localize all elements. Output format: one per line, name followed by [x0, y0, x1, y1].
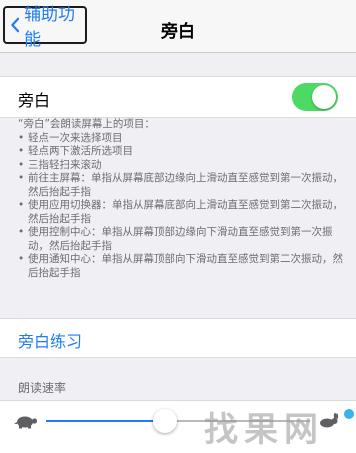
list-item: 使用应用切换器：单指从屏幕底部向上滑动直至感觉到第二次振动，然后抬起手指	[18, 199, 344, 226]
turtle-icon	[14, 416, 38, 429]
list-item: 使用通知中心：单指从屏幕顶部向下滑动直至感觉到第二次振动，然后抬起手指	[18, 253, 344, 280]
voiceover-description: “旁白”会朗读屏幕上的项目： 轻点一次来选择项目 轻点两下激活所选项目 三指轻扫…	[18, 118, 344, 280]
watermark: 找果网	[204, 410, 324, 450]
list-item: 前往主屏幕：单指从屏幕底部边缘向上滑动直至感觉到第一次振动，然后抬起手指	[18, 172, 344, 199]
list-item: 轻点一次来选择项目	[18, 132, 344, 146]
slider-track-filled	[46, 420, 165, 422]
list-item: 三指轻扫来滚动	[18, 159, 344, 173]
list-item: 使用控制中心：单指从屏幕顶部边缘向下滑动直至感觉到第一次振动，然后抬起手指	[18, 226, 344, 253]
navigation-bar: 辅助功能 旁白	[0, 0, 356, 53]
list-item: 轻点两下激活所选项目	[18, 145, 344, 159]
toggle-knob	[312, 85, 336, 109]
gesture-list: 轻点一次来选择项目 轻点两下激活所选项目 三指轻扫来滚动 前往主屏幕：单指从屏幕…	[18, 132, 344, 281]
voiceover-toggle[interactable]	[292, 83, 338, 111]
voiceover-practice-row[interactable]: 旁白练习	[0, 318, 356, 358]
voiceover-label: 旁白	[18, 91, 51, 110]
voiceover-practice-label: 旁白练习	[18, 332, 83, 351]
watermark-dot-icon	[344, 409, 354, 419]
speaking-rate-slider-thumb[interactable]	[152, 409, 177, 433]
description-intro: “旁白”会朗读屏幕上的项目：	[18, 118, 155, 130]
page-title: 旁白	[161, 22, 195, 42]
speaking-rate-header: 朗读速率	[18, 381, 67, 395]
voiceover-row: 旁白	[0, 76, 356, 118]
